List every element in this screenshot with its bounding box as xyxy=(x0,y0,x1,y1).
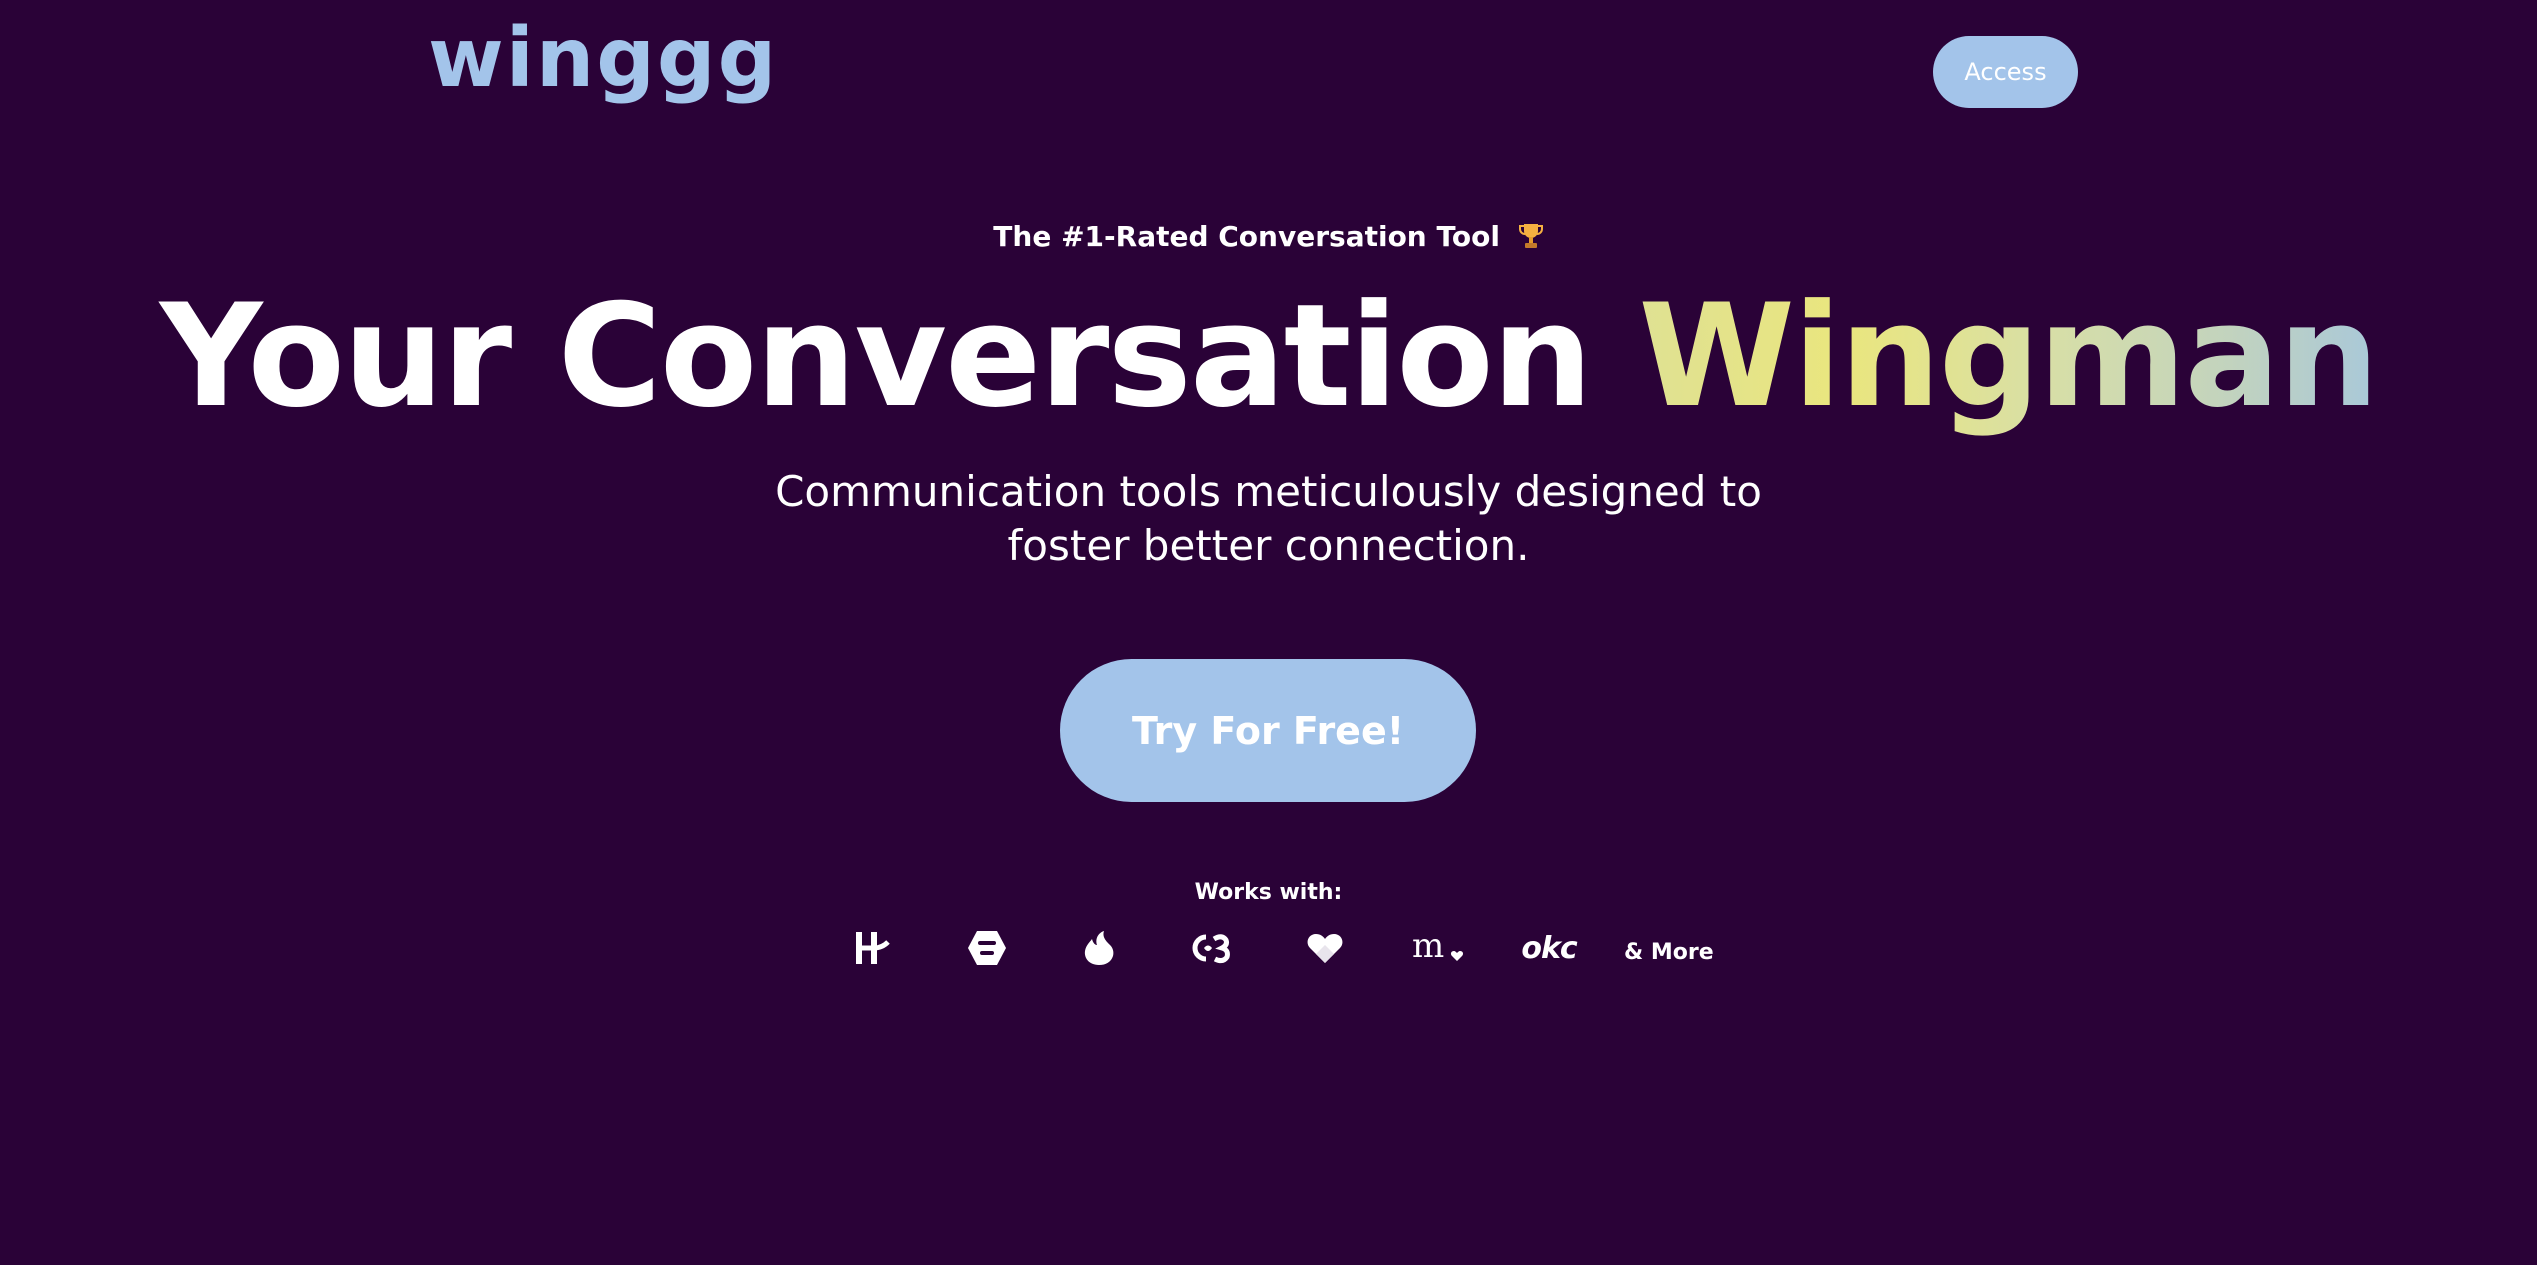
cmb-icon xyxy=(1188,920,1234,976)
brand-logo[interactable]: winggg xyxy=(428,18,778,100)
hero-subtitle: Communication tools meticulously designe… xyxy=(0,465,2537,573)
match-icon: m xyxy=(1412,920,1464,976)
hero-eyebrow: The #1-Rated Conversation Tool xyxy=(0,220,2537,253)
hinge-icon xyxy=(852,920,892,976)
more-apps-label: & More xyxy=(1624,940,1714,965)
works-with-label: Works with: xyxy=(1194,880,1343,905)
headline-accent: Wingman xyxy=(1638,274,2379,439)
heart-icon xyxy=(1306,920,1344,976)
tinder-icon xyxy=(1082,920,1116,976)
headline-main: Your Conversation xyxy=(159,274,1639,439)
eyebrow-text: The #1-Rated Conversation Tool xyxy=(993,220,1500,253)
subtitle-line-1: Communication tools meticulously designe… xyxy=(775,467,1762,516)
try-for-free-button[interactable]: Try For Free! xyxy=(1060,659,1476,802)
trophy-icon xyxy=(1518,220,1544,253)
access-button[interactable]: Access xyxy=(1933,36,2078,108)
works-with-logos: m okc & More xyxy=(0,920,2537,976)
site-header: winggg Access xyxy=(0,0,2537,140)
subtitle-line-2: foster better connection. xyxy=(1007,521,1530,570)
bumble-icon xyxy=(966,920,1008,976)
okc-icon: okc xyxy=(1521,930,1577,966)
svg-text:m: m xyxy=(1412,931,1444,965)
hero-headline: Your Conversation Wingman xyxy=(0,272,2537,442)
